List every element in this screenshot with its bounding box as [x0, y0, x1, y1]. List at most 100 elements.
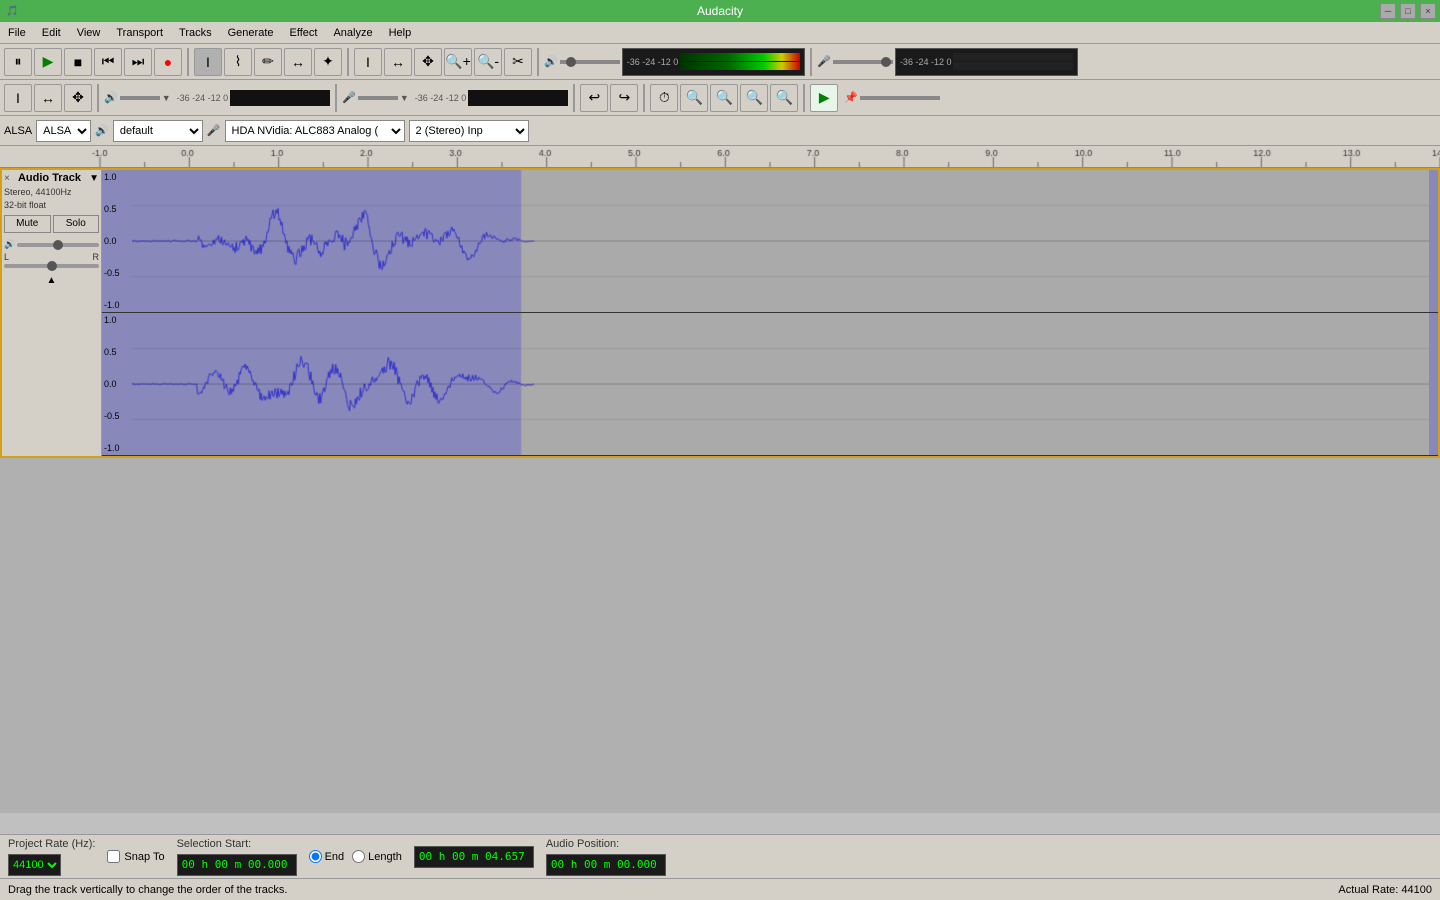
app-title: Audacity: [697, 4, 743, 18]
menubar: File Edit View Transport Tracks Generate…: [0, 22, 1440, 44]
play-button[interactable]: ▶: [34, 48, 62, 76]
zoom-out2-button[interactable]: 🔍: [740, 84, 768, 112]
output-volume-icon: 🔊: [544, 55, 558, 68]
menu-help[interactable]: Help: [381, 25, 420, 41]
draw-tool-button[interactable]: ✏: [254, 48, 282, 76]
menu-edit[interactable]: Edit: [34, 25, 69, 41]
track-dropdown-icon[interactable]: ▼: [89, 173, 99, 184]
host-select[interactable]: ALSA: [36, 120, 91, 142]
end-label: End: [325, 851, 345, 863]
zoom-normal-button[interactable]: I: [354, 48, 382, 76]
track-header: × Audio Track ▼ Stereo, 44100Hz 32-bit f…: [2, 170, 102, 456]
separator-4: [810, 48, 812, 76]
input-meter: -36 -24 -12 0: [895, 48, 1079, 76]
menu-generate[interactable]: Generate: [220, 25, 282, 41]
bottom-bar: Project Rate (Hz): 44100 Snap To Selecti…: [0, 834, 1440, 878]
audio-position-label: Audio Position:: [546, 838, 666, 850]
end-length-group: End Length: [309, 850, 402, 863]
input-device-select[interactable]: HDA NVidia: ALC883 Analog (: [225, 120, 405, 142]
selection-start-label: Selection Start:: [177, 838, 297, 850]
pan-slider[interactable]: [4, 264, 99, 268]
mute-button[interactable]: Mute: [4, 215, 51, 233]
multi-tool-button[interactable]: ✦: [314, 48, 342, 76]
zoom-fit2-button[interactable]: 🔍: [710, 84, 738, 112]
y-labels-channel-2: 1.0 0.5 0.0 -0.5 -1.0: [102, 313, 132, 455]
menu-tracks[interactable]: Tracks: [171, 25, 220, 41]
audio-position-input[interactable]: [546, 854, 666, 876]
input-mic-icon: 🎤: [817, 55, 831, 68]
status-text: Drag the track vertically to change the …: [8, 884, 287, 896]
play-green-button[interactable]: ▶: [810, 84, 838, 112]
waveform-channel-1: 1.0 0.5 0.0 -0.5 -1.0: [102, 170, 1438, 313]
mic-icon: 🎤: [207, 124, 221, 137]
length-radio[interactable]: [352, 850, 365, 863]
ruler-canvas: [0, 146, 1440, 167]
track-close-button[interactable]: ×: [4, 173, 10, 184]
edit-toolbar: I ↔ ✥ 🔊 ▼ -36 -24 -12 0 🎤 ▼ -36 -24 -12 …: [0, 80, 1440, 116]
gain-slider[interactable]: [17, 243, 99, 247]
zoom-sel2-button[interactable]: 🔍: [770, 84, 798, 112]
selection-end-input[interactable]: [414, 846, 534, 868]
separator-3: [537, 48, 539, 76]
menu-effect[interactable]: Effect: [282, 25, 326, 41]
zoom-in2-button[interactable]: 🔍: [680, 84, 708, 112]
snap-to-row: Snap To: [107, 850, 164, 863]
zoom-fit-button[interactable]: ↔: [384, 48, 412, 76]
sep-5: [97, 84, 99, 112]
waveform-channel-2: 1.0 0.5 0.0 -0.5 -1.0: [102, 313, 1438, 456]
close-button[interactable]: ×: [1420, 3, 1436, 19]
sep-6: [335, 84, 337, 112]
menu-analyze[interactable]: Analyze: [325, 25, 380, 41]
collapse-button[interactable]: ▲: [47, 275, 57, 286]
snap-to-checkbox[interactable]: [107, 850, 120, 863]
tool-zoom[interactable]: ↔: [34, 84, 62, 112]
selection-tool-button[interactable]: I: [194, 48, 222, 76]
timeline-ruler: [0, 146, 1440, 168]
track-waveform-area: 1.0 0.5 0.0 -0.5 -1.0 1.0 0.5 0.0 -0.5 -…: [102, 170, 1438, 456]
track-area: × Audio Track ▼ Stereo, 44100Hz 32-bit f…: [0, 168, 1440, 458]
selection-start-input[interactable]: [177, 854, 297, 876]
stop-button[interactable]: ■: [64, 48, 92, 76]
menu-view[interactable]: View: [69, 25, 109, 41]
record-button[interactable]: ●: [154, 48, 182, 76]
transport-toolbar: ⏸ ▶ ■ ⏮ ⏭ ● I ⌇ ✏ ↔ ✦ I ↔ ✥ 🔍+ 🔍- ✂ 🔊 -3…: [0, 44, 1440, 80]
device-toolbar: ALSA ALSA 🔊 default 🎤 HDA NVidia: ALC883…: [0, 116, 1440, 146]
zoom-sel-button[interactable]: ✥: [414, 48, 442, 76]
trim-button[interactable]: ✂: [504, 48, 532, 76]
end-radio[interactable]: [309, 850, 322, 863]
solo-button[interactable]: Solo: [53, 215, 100, 233]
project-rate-label: Project Rate (Hz):: [8, 838, 95, 850]
sep-9: [803, 84, 805, 112]
actual-rate-label: Actual Rate: 44100: [1338, 884, 1432, 896]
titlebar: 🎵 Audacity ─ □ ×: [0, 0, 1440, 22]
project-rate-select[interactable]: 44100: [8, 854, 61, 876]
prev-button[interactable]: ⏮: [94, 48, 122, 76]
next-button[interactable]: ⏭: [124, 48, 152, 76]
status-bar: Drag the track vertically to change the …: [0, 878, 1440, 900]
redo-button[interactable]: ↪: [610, 84, 638, 112]
zoom-out-button[interactable]: 🔍-: [474, 48, 502, 76]
tool-select-2[interactable]: I: [4, 84, 32, 112]
tool-draw-2[interactable]: ✥: [64, 84, 92, 112]
zoom-in-button[interactable]: 🔍+: [444, 48, 472, 76]
sep-8: [643, 84, 645, 112]
track-name-label: Audio Track: [18, 172, 81, 184]
gain-pan-area: 🔊 L R: [4, 237, 99, 270]
envelope-tool-button[interactable]: ⌇: [224, 48, 252, 76]
output-device-select[interactable]: default: [113, 120, 203, 142]
menu-transport[interactable]: Transport: [108, 25, 171, 41]
menu-file[interactable]: File: [0, 25, 34, 41]
waveform-canvas-1: [132, 170, 1429, 312]
undo-button[interactable]: ↩: [580, 84, 608, 112]
timer-button[interactable]: ⏱: [650, 84, 678, 112]
snap-to-label: Snap To: [124, 851, 164, 863]
separator-2: [347, 48, 349, 76]
minimize-button[interactable]: ─: [1380, 3, 1396, 19]
channels-select[interactable]: 2 (Stereo) Inp: [409, 120, 529, 142]
tracks-wrapper: × Audio Track ▼ Stereo, 44100Hz 32-bit f…: [0, 168, 1440, 813]
maximize-button[interactable]: □: [1400, 3, 1416, 19]
zoom-tool-button[interactable]: ↔: [284, 48, 312, 76]
length-label: Length: [368, 851, 402, 863]
pause-button[interactable]: ⏸: [4, 48, 32, 76]
app-icon: 🎵: [6, 6, 18, 17]
